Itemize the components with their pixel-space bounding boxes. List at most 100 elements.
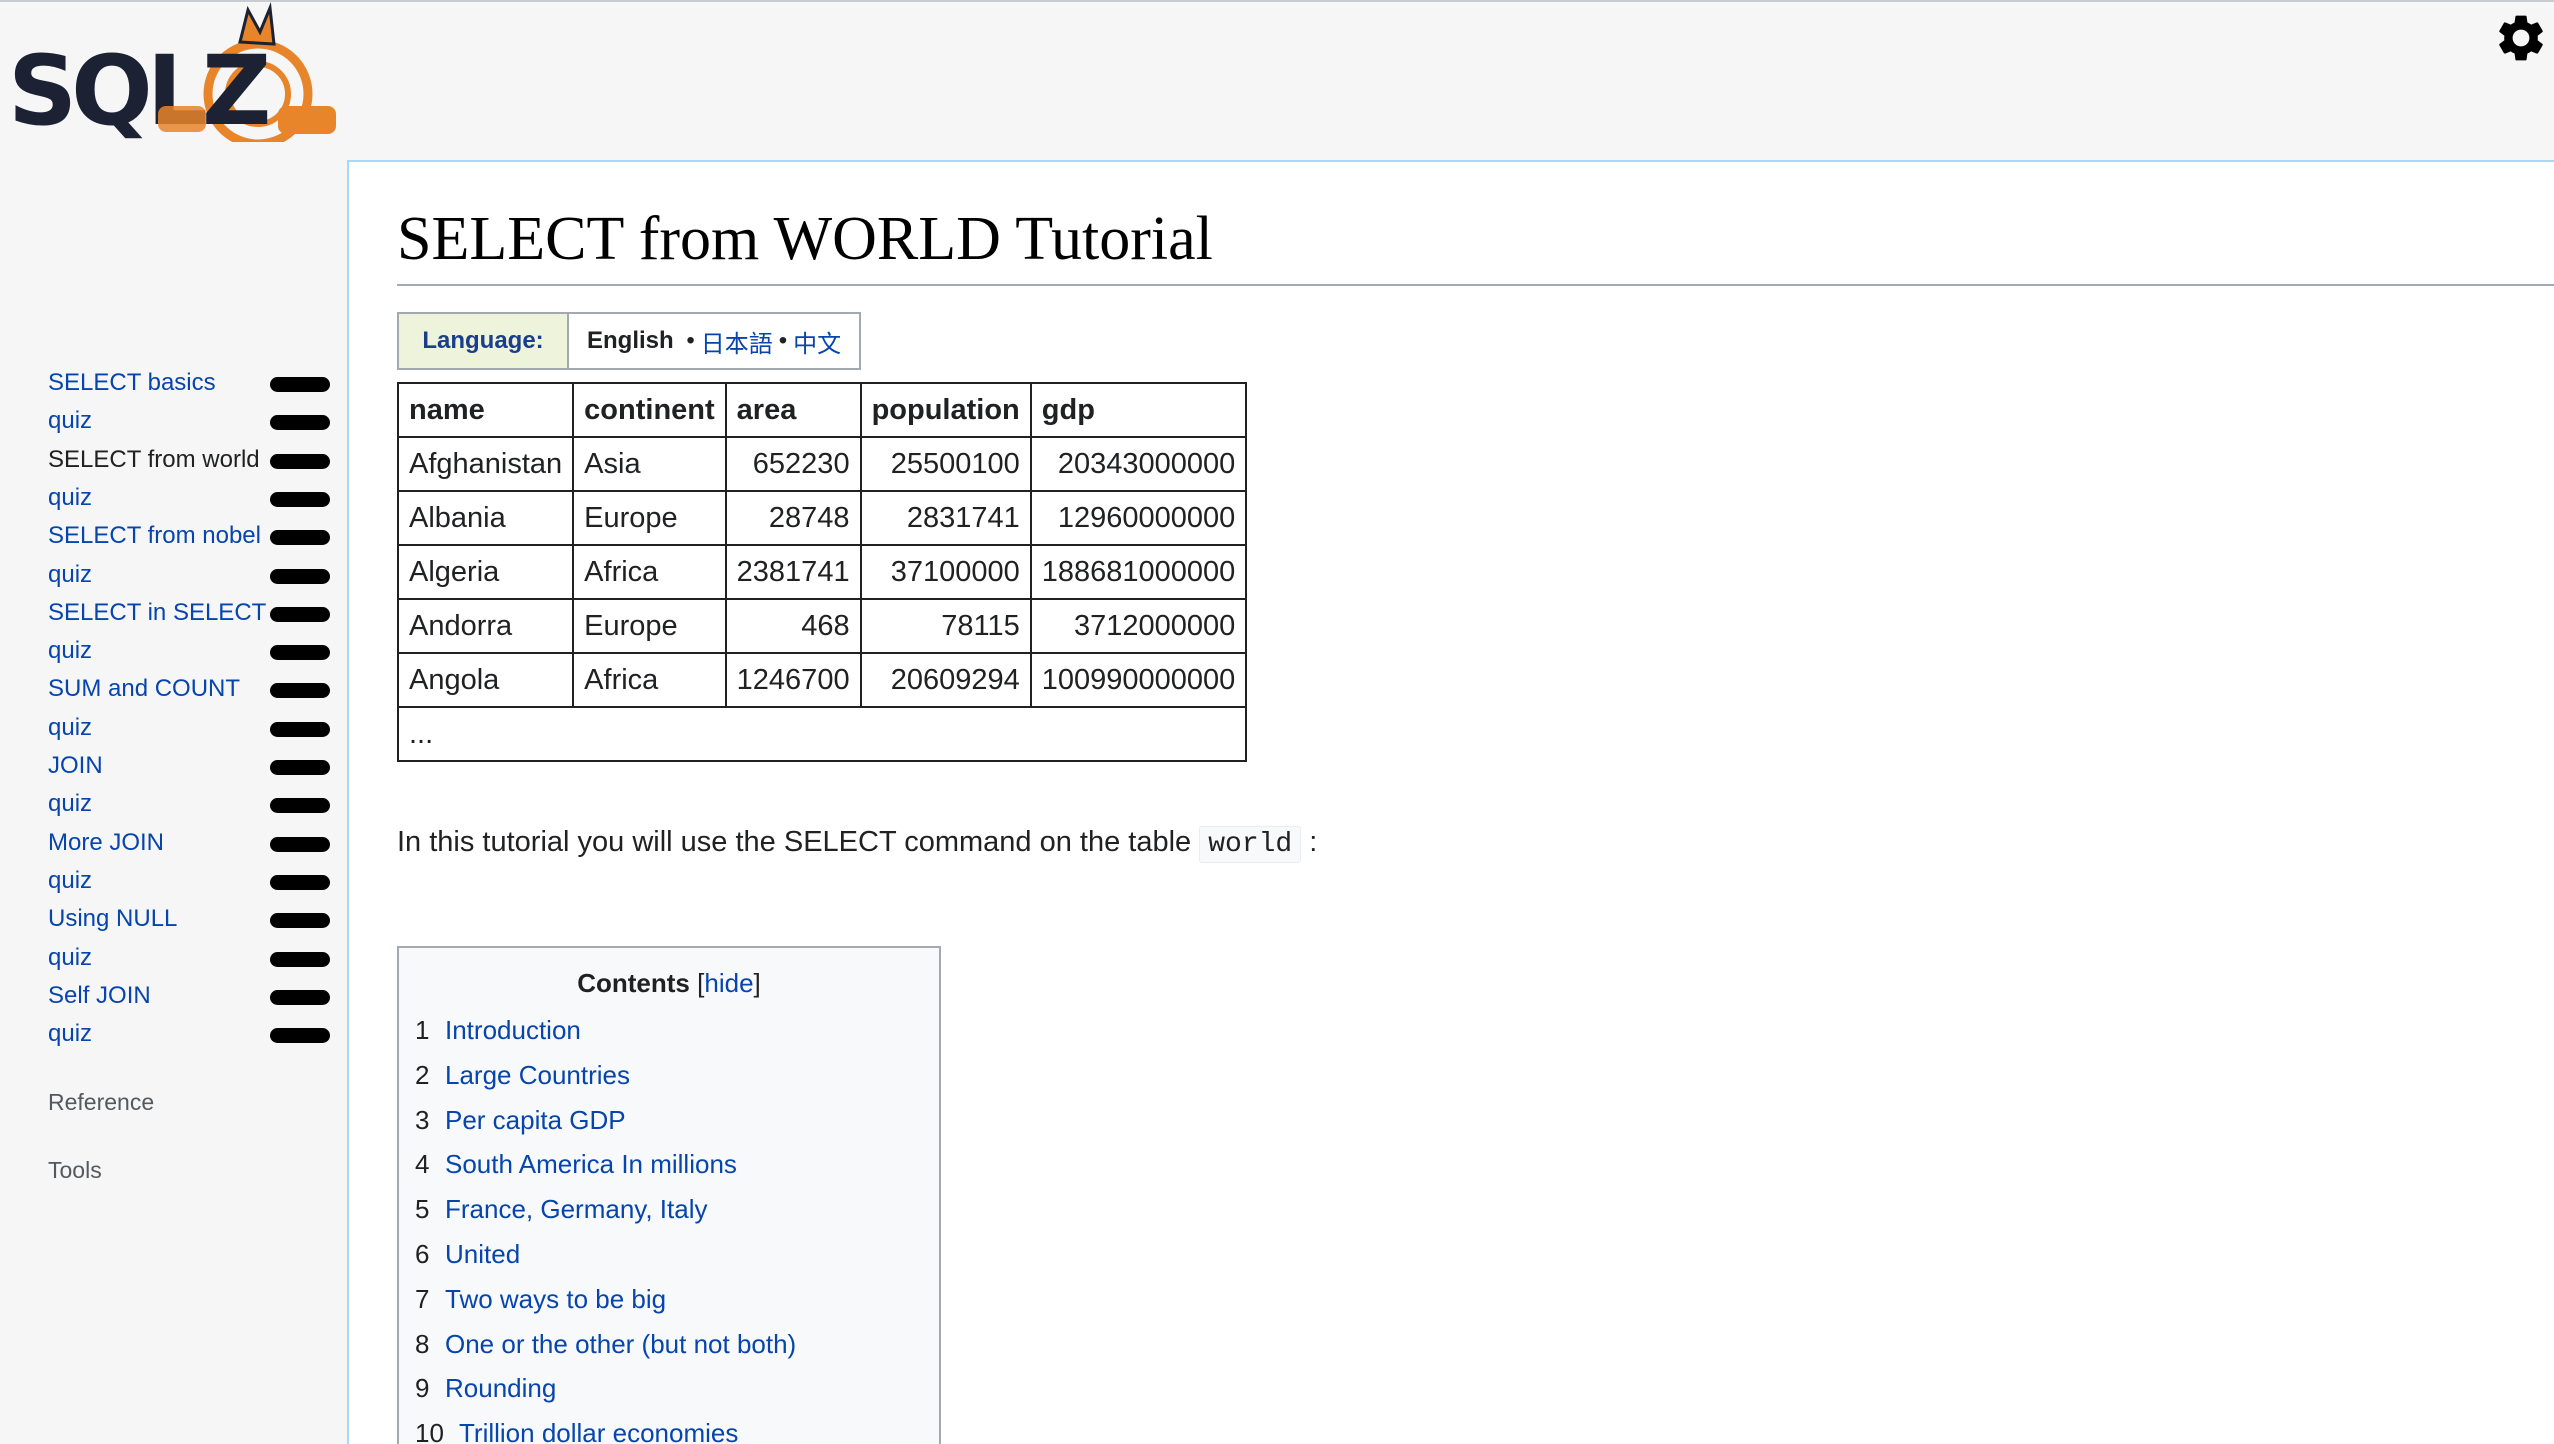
- table-header-row: name continent area population gdp: [396, 382, 1248, 438]
- sidebar-item-label[interactable]: quiz: [48, 712, 92, 744]
- progress-pill-icon: [270, 913, 330, 929]
- sidebar-item: SELECT in SELECT: [48, 597, 330, 635]
- progress-pill-icon: [270, 453, 330, 469]
- sidebar-item-label[interactable]: Using NULL: [48, 903, 177, 935]
- toc-list: 1 Introduction 2 Large Countries 3 Per capita…: [415, 1008, 923, 1444]
- sidebar-item-label[interactable]: quiz: [48, 482, 92, 514]
- toc-item: 9 Rounding: [415, 1366, 923, 1411]
- progress-pill-icon: [270, 683, 330, 699]
- progress-pill-icon: [270, 760, 330, 775]
- toc-item-link[interactable]: Rounding: [445, 1366, 556, 1411]
- sidebar-item-label[interactable]: quiz: [48, 559, 92, 591]
- sidebar-item-label[interactable]: SELECT from nobel: [48, 520, 261, 552]
- sidebar-item-label[interactable]: JOIN: [48, 750, 103, 782]
- sidebar-item: quiz: [48, 942, 330, 980]
- sidebar-item: quiz: [48, 712, 330, 750]
- sidebar-item-label[interactable]: quiz: [48, 1018, 92, 1050]
- column-header-population: population: [859, 382, 1032, 438]
- toc-item-link[interactable]: Introduction: [445, 1008, 581, 1053]
- toc-item-link[interactable]: Trillion dollar economies: [459, 1411, 738, 1444]
- table-cell-population: 37100000: [859, 544, 1032, 600]
- sidebar-item-label[interactable]: quiz: [48, 405, 92, 437]
- sidebar-item-label[interactable]: More JOIN: [48, 827, 164, 859]
- progress-pill-icon: [270, 798, 330, 814]
- sidebar-item: quiz: [48, 482, 330, 520]
- table-row: Andorra Europe 468 78115 3712000000: [396, 598, 1248, 654]
- toc-item-number: 10: [415, 1418, 444, 1444]
- table-row: Albania Europe 28748 2831741 12960000000: [396, 490, 1248, 546]
- top-header: SQLZ: [0, 0, 2554, 162]
- sidebar-item-label[interactable]: quiz: [48, 635, 92, 667]
- table-cell-population: 25500100: [859, 436, 1032, 492]
- world-table: name continent area population gdp Afgha…: [396, 382, 1248, 762]
- language-separator: •: [778, 327, 788, 354]
- table-cell-population: 2831741: [859, 490, 1032, 546]
- table-cell-continent: Asia: [572, 436, 727, 492]
- progress-pill-icon: [270, 836, 330, 852]
- table-cell-area: 652230: [724, 436, 862, 492]
- table-cell-area: 2381741: [724, 544, 862, 600]
- toc-item-link[interactable]: United: [445, 1232, 520, 1277]
- toc-item-link[interactable]: Two ways to be big: [445, 1277, 666, 1322]
- table-row: Angola Africa 1246700 20609294 100990000000: [396, 652, 1248, 708]
- sidebar-item-label[interactable]: SELECT in SELECT: [48, 597, 266, 629]
- sidebar-item-label[interactable]: quiz: [48, 942, 92, 974]
- sidebar-item-label[interactable]: SELECT from world: [48, 444, 260, 476]
- table-cell-population: 20609294: [859, 652, 1032, 708]
- table-row-ellipsis: ...: [396, 706, 1248, 762]
- toc-item: 6 United: [415, 1232, 923, 1277]
- table-row: Afghanistan Asia 652230 25500100 20343000000: [396, 436, 1248, 492]
- toc-title: Contents: [577, 968, 690, 998]
- sidebar-reference-heading[interactable]: Reference: [48, 1087, 154, 1117]
- sidebar: SELECT basics quiz SELECT from world quiz SE…: [0, 162, 347, 1444]
- toc-item: 2 Large Countries: [415, 1053, 923, 1098]
- column-header-name: name: [396, 382, 575, 438]
- table-ellipsis: ...: [396, 706, 1248, 762]
- table-cell-area: 28748: [724, 490, 862, 546]
- toc-item-number: 1: [415, 1015, 430, 1045]
- language-selector: Language: English • 日本語 • 中文: [397, 312, 862, 370]
- gear-icon[interactable]: [2493, 8, 2549, 68]
- language-link-chinese[interactable]: 中文: [793, 324, 841, 359]
- toc-item-number: 4: [415, 1149, 430, 1180]
- toc-bracket: ]: [753, 968, 761, 998]
- toc-item-link[interactable]: One or the other (but not both): [445, 1322, 796, 1367]
- sidebar-item-label[interactable]: quiz: [48, 788, 92, 820]
- toc-item-link[interactable]: France, Germany, Italy: [445, 1187, 708, 1232]
- toc-item-link[interactable]: South America In millions: [445, 1142, 737, 1187]
- table-cell-gdp: 100990000000: [1029, 652, 1248, 708]
- intro-paragraph: In this tutorial you will use the SELECT…: [397, 822, 1317, 865]
- table-cell-area: 468: [724, 598, 862, 654]
- toc-item: 10 Trillion dollar economies: [415, 1411, 923, 1444]
- intro-text-end: :: [1301, 826, 1318, 858]
- table-cell-name: Andorra: [396, 598, 575, 654]
- toc-item-number: 7: [415, 1283, 430, 1314]
- table-cell-gdp: 3712000000: [1029, 598, 1248, 654]
- table-cell-continent: Europe: [572, 490, 727, 546]
- toc-hide-link[interactable]: hide: [704, 968, 753, 998]
- sidebar-item: Using NULL: [48, 903, 330, 941]
- column-header-gdp: gdp: [1029, 382, 1248, 438]
- sidebar-item: quiz: [48, 635, 330, 673]
- toc-title-row: Contents [hide]: [415, 966, 923, 1000]
- sidebar-item-label[interactable]: SUM and COUNT: [48, 673, 240, 705]
- table-cell-gdp: 20343000000: [1029, 436, 1248, 492]
- sidebar-item: Self JOIN: [48, 980, 330, 1018]
- progress-pill-icon: [270, 645, 330, 661]
- toc-item-link[interactable]: Large Countries: [445, 1053, 630, 1098]
- table-cell-continent: Africa: [572, 652, 727, 708]
- column-header-continent: continent: [572, 382, 727, 438]
- progress-pill-icon: [270, 568, 330, 584]
- sidebar-item-label[interactable]: SELECT basics: [48, 367, 216, 399]
- toc-item: 7 Two ways to be big: [415, 1277, 923, 1322]
- sidebar-item-label[interactable]: Self JOIN: [48, 980, 151, 1012]
- progress-pill-icon: [270, 721, 330, 737]
- sidebar-tools-heading[interactable]: Tools: [48, 1155, 102, 1185]
- sidebar-item: quiz: [48, 788, 330, 826]
- toc-item-link[interactable]: Per capita GDP: [445, 1098, 626, 1143]
- table-of-contents: Contents [hide] 1 Introduction 2 Large Coun…: [397, 946, 941, 1444]
- toc-item: 5 France, Germany, Italy: [415, 1187, 923, 1232]
- language-link-japanese[interactable]: 日本語: [701, 324, 773, 359]
- sqlzoo-logo[interactable]: SQLZ: [8, 2, 338, 142]
- sidebar-item-label[interactable]: quiz: [48, 865, 92, 897]
